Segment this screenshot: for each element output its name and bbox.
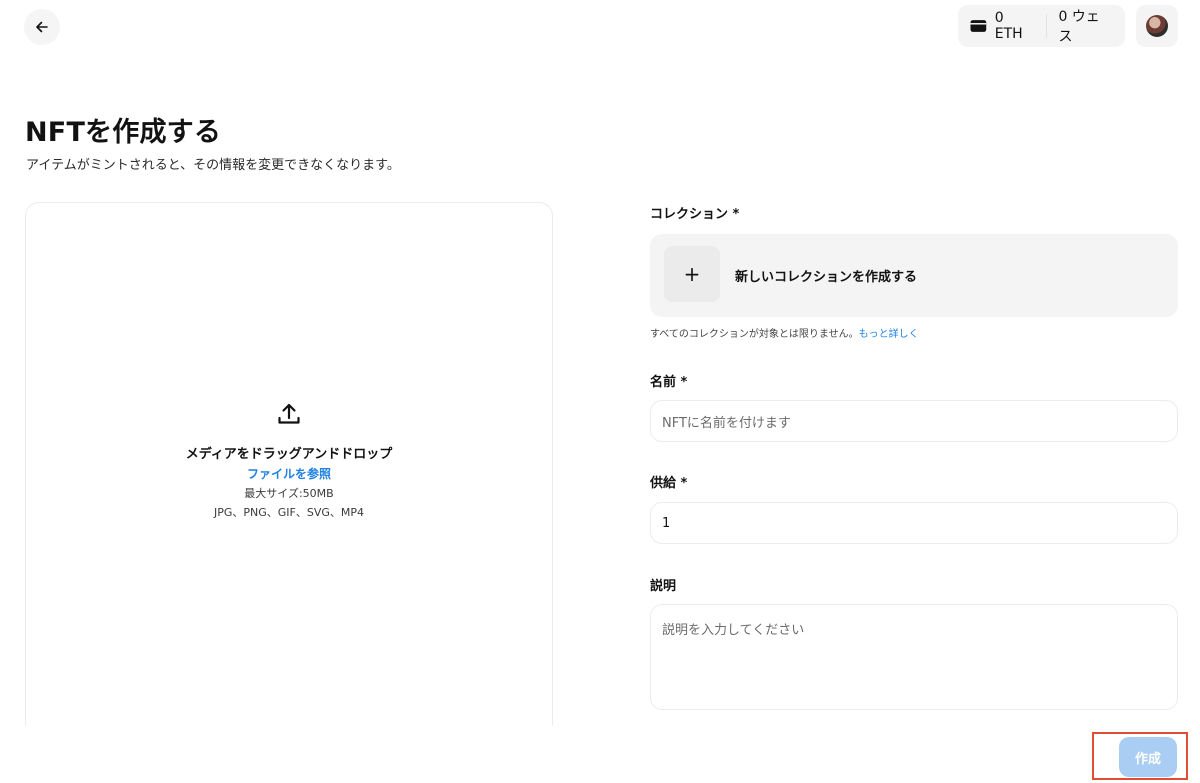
- balance-divider: [1046, 14, 1048, 38]
- upload-icon: [278, 403, 300, 424]
- plus-icon: +: [664, 246, 720, 302]
- collection-hint-text: すべてのコレクションが対象とは限りません。: [650, 329, 859, 340]
- avatar: [1146, 15, 1168, 37]
- description-textarea[interactable]: 説明を入力してください: [650, 604, 1178, 710]
- browse-files-link[interactable]: ファイルを参照: [26, 465, 552, 482]
- dropzone-title: メディアをドラッグアンドドロップ: [185, 447, 393, 462]
- description-label: 説明: [650, 579, 677, 594]
- page-subtitle: アイテムがミントされると、その情報を変更できなくなります。: [26, 158, 400, 173]
- profile-button[interactable]: [1136, 5, 1178, 47]
- back-button[interactable]: [24, 9, 60, 45]
- eth-balance: 0 ETH: [994, 10, 1023, 42]
- media-dropzone[interactable]: メディアをドラッグアンドドロップ ファイルを参照 最大サイズ:50MB JPG、…: [25, 202, 553, 742]
- max-size-text: 最大サイズ:50MB: [244, 487, 334, 500]
- collection-label: コレクション *: [650, 207, 740, 222]
- create-collection-card[interactable]: + 新しいコレクションを作成する: [650, 234, 1178, 317]
- supply-value: 1: [662, 515, 671, 531]
- arrow-left-icon: [36, 21, 48, 33]
- supply-input[interactable]: 1: [650, 502, 1178, 544]
- description-placeholder: 説明を入力してください: [662, 623, 805, 638]
- wallet-icon: [970, 20, 987, 32]
- supply-label: 供給 *: [650, 476, 688, 491]
- learn-more-link[interactable]: もっと詳しく: [859, 329, 919, 340]
- collection-hint: すべてのコレクションが対象とは限りません。もっと詳しく: [650, 325, 919, 340]
- name-label: 名前 *: [650, 375, 688, 390]
- name-placeholder: NFTに名前を付けます: [662, 415, 791, 431]
- name-input[interactable]: NFTに名前を付けます: [650, 400, 1178, 442]
- footer-bar: [0, 726, 1200, 783]
- file-types-text: JPG、PNG、GIF、SVG、MP4: [213, 506, 365, 519]
- highlight-annotation: [1092, 732, 1188, 780]
- create-collection-label: 新しいコレクションを作成する: [735, 270, 918, 285]
- wallet-balance[interactable]: 0 ETH 0 ウェス: [958, 5, 1125, 47]
- page-title: NFTを作成する: [25, 117, 222, 148]
- weth-balance: 0 ウェス: [1058, 9, 1100, 45]
